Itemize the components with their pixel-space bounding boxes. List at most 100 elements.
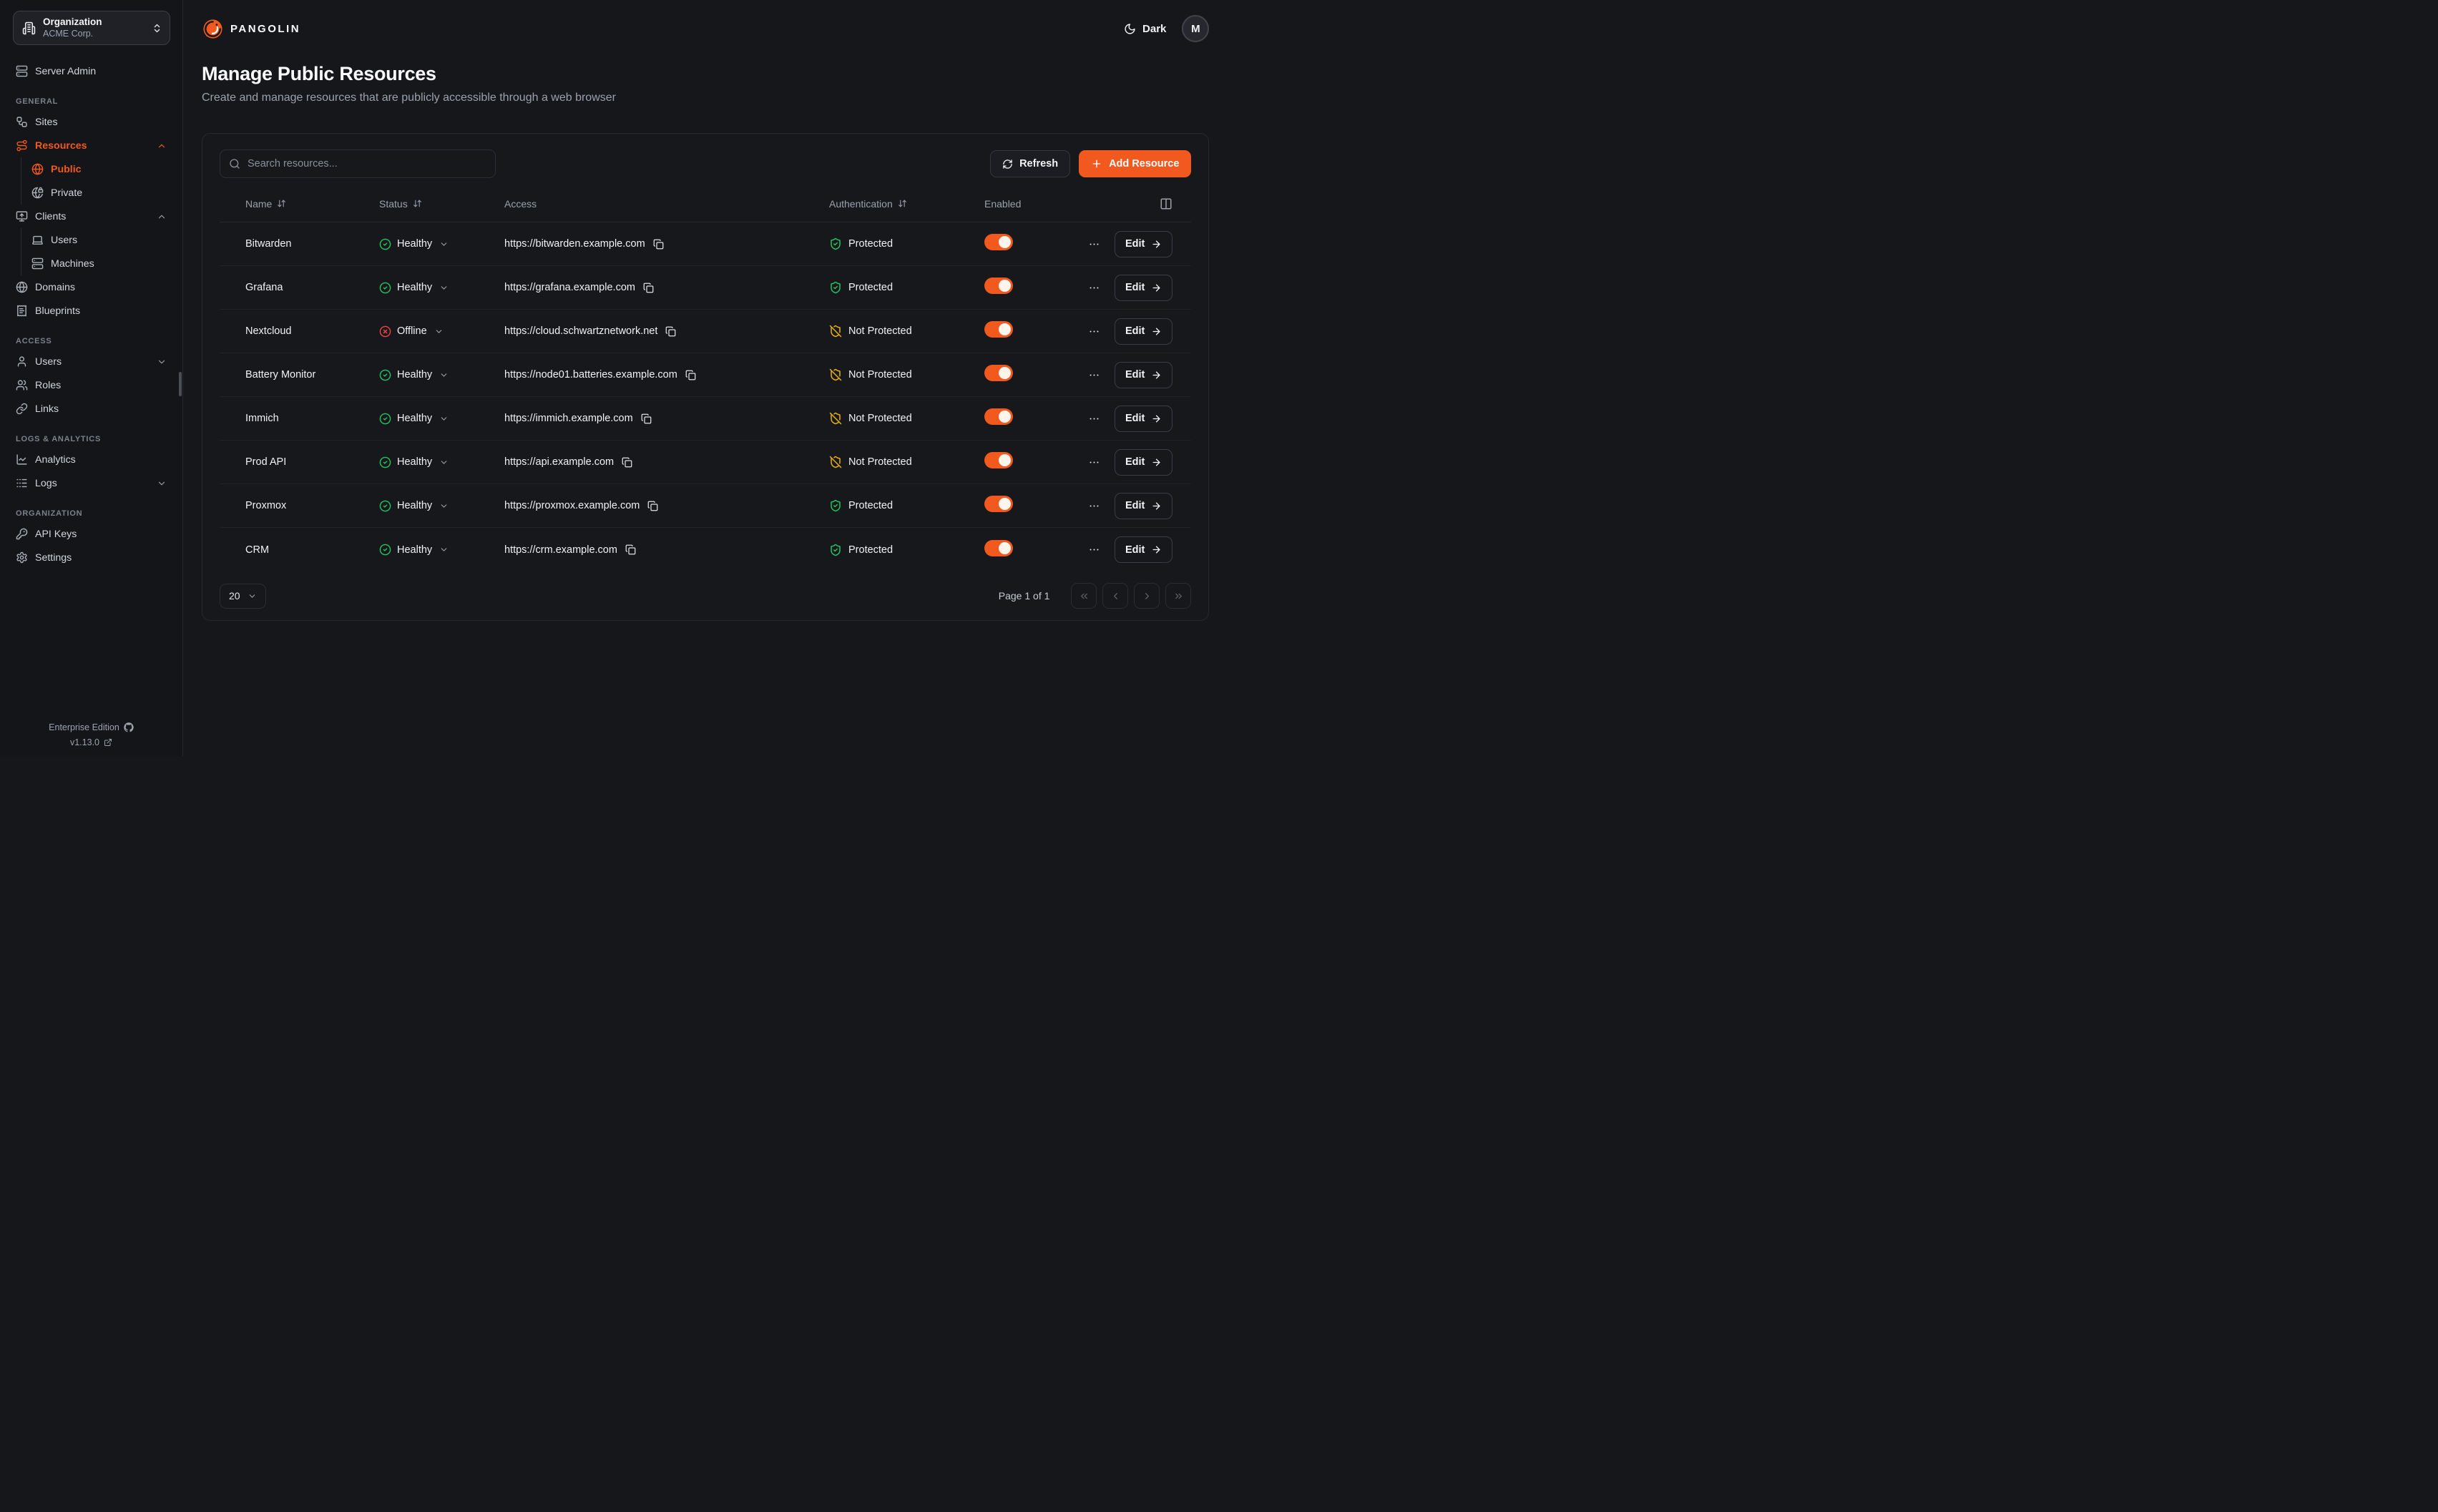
avatar[interactable]: M — [1182, 15, 1209, 42]
page-size-select[interactable]: 20 — [220, 584, 266, 609]
status-select[interactable]: Healthy — [379, 282, 449, 294]
circle-check-icon — [379, 500, 391, 512]
sidebar-item-machines[interactable]: Machines — [21, 252, 182, 275]
row-menu-button[interactable] — [1088, 325, 1100, 338]
sidebar-item-private[interactable]: Private — [21, 181, 182, 205]
chevron-down-icon — [439, 370, 449, 380]
column-header-status[interactable]: Status — [379, 198, 504, 210]
enabled-toggle[interactable] — [984, 234, 1013, 250]
sidebar-item-sites[interactable]: Sites — [0, 110, 182, 134]
sidebar-footer: Enterprise Edition v1.13.0 — [0, 722, 182, 747]
sidebar-item-blueprints[interactable]: Blueprints — [0, 299, 182, 323]
sidebar-item-roles[interactable]: Roles — [0, 373, 182, 397]
next-page-button[interactable] — [1134, 583, 1160, 609]
row-menu-button[interactable] — [1088, 238, 1100, 250]
row-menu-button[interactable] — [1088, 282, 1100, 294]
theme-toggle-button[interactable]: Dark — [1124, 23, 1166, 35]
copy-url-button[interactable] — [647, 501, 658, 511]
auth-status: Not Protected — [829, 325, 984, 338]
enabled-toggle[interactable] — [984, 408, 1013, 425]
prev-page-button[interactable] — [1102, 583, 1128, 609]
status-label: Healthy — [397, 282, 432, 293]
sidebar-item-users[interactable]: Users — [0, 350, 182, 373]
copy-url-button[interactable] — [685, 370, 696, 381]
globe-icon — [31, 163, 44, 175]
status-select[interactable]: Offline — [379, 325, 444, 338]
edit-button[interactable]: Edit — [1115, 406, 1173, 432]
sidebar-item-resources[interactable]: Resources — [0, 134, 182, 157]
row-menu-button[interactable] — [1088, 369, 1100, 381]
version-link[interactable]: v1.13.0 — [70, 737, 112, 747]
row-menu-button[interactable] — [1088, 544, 1100, 556]
edit-button[interactable]: Edit — [1115, 536, 1173, 563]
enabled-toggle[interactable] — [984, 321, 1013, 338]
org-selector[interactable]: Organization ACME Corp. — [13, 11, 170, 45]
table-row: Prod APIHealthyhttps://api.example.comNo… — [220, 441, 1191, 484]
status-select[interactable]: Healthy — [379, 369, 449, 381]
column-header-name[interactable]: Name — [245, 198, 379, 210]
table-row: BitwardenHealthyhttps://bitwarden.exampl… — [220, 222, 1191, 266]
server-icon — [16, 65, 28, 77]
topbar: PANGOLIN Dark M — [202, 14, 1209, 43]
edit-button[interactable]: Edit — [1115, 318, 1173, 345]
copy-icon — [622, 457, 632, 468]
copy-url-button[interactable] — [625, 544, 636, 555]
edit-button[interactable]: Edit — [1115, 362, 1173, 388]
monitor-up-icon — [16, 210, 28, 222]
status-select[interactable]: Healthy — [379, 238, 449, 250]
copy-icon — [647, 501, 658, 511]
copy-icon — [665, 326, 676, 337]
status-select[interactable]: Healthy — [379, 500, 449, 512]
sidebar-item-users[interactable]: Users — [21, 228, 182, 252]
status-select[interactable]: Healthy — [379, 456, 449, 468]
circle-check-icon — [379, 413, 391, 425]
edition-link[interactable]: Enterprise Edition — [49, 722, 134, 732]
enabled-toggle[interactable] — [984, 278, 1013, 294]
last-page-button[interactable] — [1165, 583, 1191, 609]
row-menu-button[interactable] — [1088, 413, 1100, 425]
sidebar: Organization ACME Corp. Server AdminGENE… — [0, 0, 183, 756]
enabled-toggle[interactable] — [984, 540, 1013, 556]
sidebar-item-clients[interactable]: Clients — [0, 205, 182, 228]
sidebar-item-server-admin[interactable]: Server Admin — [0, 59, 182, 83]
add-resource-button[interactable]: Add Resource — [1079, 150, 1191, 177]
copy-url-button[interactable] — [641, 413, 652, 424]
column-header-authentication[interactable]: Authentication — [829, 198, 984, 210]
sidebar-item-api-keys[interactable]: API Keys — [0, 522, 182, 546]
resource-url: https://cloud.schwartznetwork.net — [504, 325, 657, 337]
sidebar-item-analytics[interactable]: Analytics — [0, 448, 182, 471]
copy-url-button[interactable] — [653, 239, 664, 250]
enabled-toggle[interactable] — [984, 496, 1013, 512]
edit-button[interactable]: Edit — [1115, 493, 1173, 519]
status-select[interactable]: Healthy — [379, 413, 449, 425]
sidebar-item-settings[interactable]: Settings — [0, 546, 182, 569]
edit-button[interactable]: Edit — [1115, 449, 1173, 476]
search-input[interactable] — [248, 158, 486, 170]
refresh-button[interactable]: Refresh — [990, 150, 1070, 177]
chevron-right-icon — [1142, 591, 1152, 602]
nav-section-logs-and-analytics: LOGS & ANALYTICS — [0, 435, 182, 443]
copy-url-button[interactable] — [665, 326, 676, 337]
sidebar-item-domains[interactable]: Domains — [0, 275, 182, 299]
edit-button[interactable]: Edit — [1115, 275, 1173, 301]
sidebar-item-logs[interactable]: Logs — [0, 471, 182, 495]
column-visibility-button[interactable] — [1160, 197, 1173, 210]
first-page-button[interactable] — [1071, 583, 1097, 609]
sidebar-scrollbar-thumb[interactable] — [179, 372, 182, 396]
search-box — [220, 149, 496, 178]
row-menu-button[interactable] — [1088, 500, 1100, 512]
brand-name: PANGOLIN — [230, 23, 300, 35]
status-select[interactable]: Healthy — [379, 544, 449, 556]
sidebar-item-public[interactable]: Public — [21, 157, 182, 181]
edit-button[interactable]: Edit — [1115, 231, 1173, 257]
copy-url-button[interactable] — [643, 283, 654, 293]
sidebar-nav: Server AdminGENERALSitesResourcesPublicP… — [0, 45, 182, 569]
enabled-toggle[interactable] — [984, 452, 1013, 468]
row-menu-button[interactable] — [1088, 456, 1100, 468]
sidebar-item-links[interactable]: Links — [0, 397, 182, 421]
chevron-down-icon — [439, 240, 449, 249]
chevrons-left-icon — [1079, 591, 1090, 602]
copy-url-button[interactable] — [622, 457, 632, 468]
copy-icon — [685, 370, 696, 381]
enabled-toggle[interactable] — [984, 365, 1013, 381]
